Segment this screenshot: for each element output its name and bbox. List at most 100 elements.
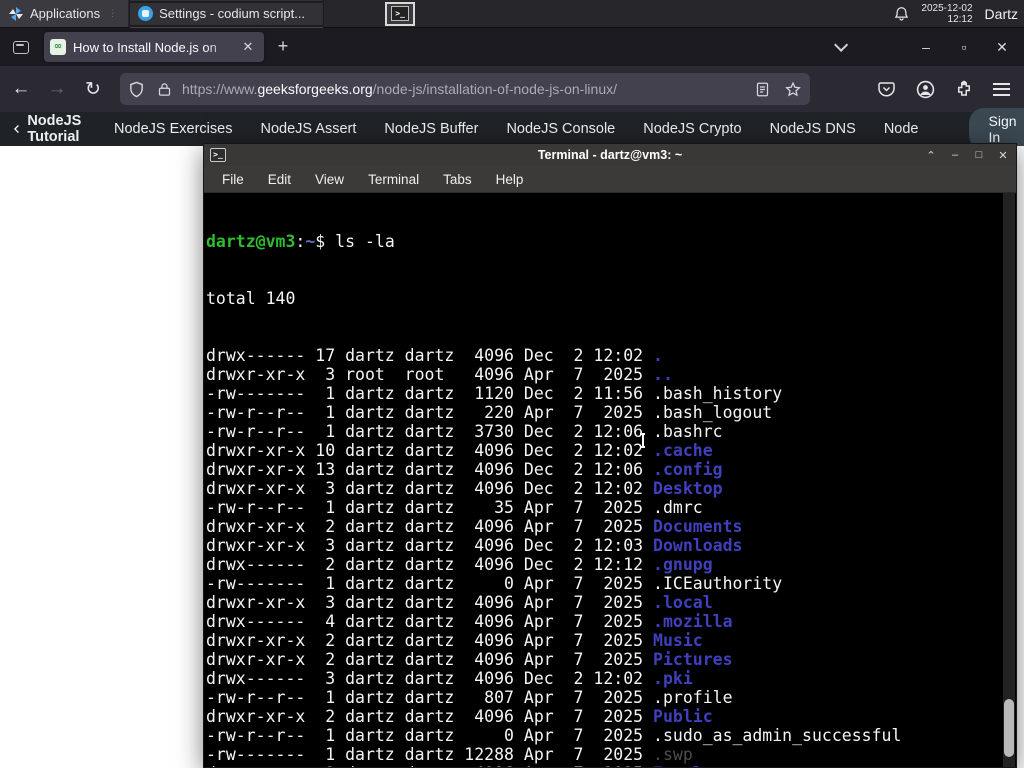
url-bar[interactable]: https://www.geeksforgeeks.org/node-js/in… — [120, 73, 810, 105]
file-name: Public — [653, 707, 713, 726]
file-name: Templates — [653, 764, 742, 767]
nav-back-label: NodeJS Tutorial — [27, 113, 82, 145]
terminal-total-line: total 140 — [206, 289, 296, 308]
codium-icon — [138, 6, 154, 21]
back-button[interactable]: ← — [6, 74, 36, 104]
tray-terminal-icon[interactable]: >_ — [385, 1, 416, 26]
new-tab-button[interactable]: + — [270, 34, 296, 60]
file-name: Downloads — [653, 536, 743, 555]
tabbar-right-controls: – ▫ ✕ — [834, 37, 1024, 56]
terminal-output-line: drwxr-xr-x 2 dartz dartz 4096 Apr 7 2025… — [206, 707, 713, 726]
terminal-output-line: drwx------ 3 dartz dartz 4096 Dec 2 12:0… — [206, 669, 693, 688]
file-name: .mozilla — [653, 612, 733, 631]
tab-close-button[interactable]: ✕ — [238, 37, 258, 57]
terminal-output-line: drwx------ 17 dartz dartz 4096 Dec 2 12:… — [206, 346, 663, 365]
nav-link-nodejs-crypto[interactable]: NodeJS Crypto — [643, 121, 741, 137]
terminal-output-line: drwxr-xr-x 10 dartz dartz 4096 Dec 2 12:… — [206, 441, 713, 460]
file-name: .sudo_as_admin_successful — [653, 726, 902, 745]
terminal-titlebar[interactable]: >_ Terminal - dartz@vm3: ~ ⌃ – □ ✕ — [204, 144, 1016, 166]
terminal-body[interactable]: dartz@vm3:~$ ls -la total 140 drwx------… — [204, 193, 1016, 767]
terminal-menu-help[interactable]: Help — [486, 169, 534, 190]
terminal-menu-tabs[interactable]: Tabs — [433, 169, 482, 190]
terminal-window-icon: >_ — [210, 148, 226, 162]
nav-link-nodejs-assert[interactable]: NodeJS Assert — [260, 121, 356, 137]
forward-button[interactable]: → — [42, 74, 72, 104]
clock-time: 12:12 — [947, 13, 973, 25]
firefox-toolbar: ← → ↻ https://www.geeksforgeeks.org/node… — [0, 66, 1024, 112]
bookmark-star-icon[interactable] — [784, 81, 802, 98]
file-name: .profile — [653, 688, 733, 707]
terminal-menu-view[interactable]: View — [305, 169, 354, 190]
window-close-button[interactable]: ✕ — [992, 39, 1012, 56]
nav-link-nodejs-console[interactable]: NodeJS Console — [506, 121, 615, 137]
file-name: Pictures — [653, 650, 733, 669]
terminal-minimize-button[interactable]: – — [948, 149, 962, 162]
prompt-command: $ ls -la — [315, 232, 395, 251]
terminal-output-line: -rw-r--r-- 1 dartz dartz 807 Apr 7 2025 … — [206, 688, 733, 707]
url-text: https://www.geeksforgeeks.org/node-js/in… — [182, 81, 747, 97]
file-name: .swp — [653, 745, 693, 764]
file-name: .local — [653, 593, 713, 612]
panel-clock[interactable]: 2025-12-02 12:12 — [921, 3, 972, 25]
terminal-rollup-button[interactable]: ⌃ — [924, 149, 938, 162]
terminal-listing: drwx------ 17 dartz dartz 4096 Dec 2 12:… — [206, 346, 1016, 767]
list-all-tabs-icon[interactable] — [834, 37, 849, 52]
terminal-window-controls: ⌃ – □ ✕ — [924, 149, 1010, 162]
prompt-path: ~ — [305, 232, 316, 251]
nav-link-node[interactable]: Node — [884, 121, 919, 137]
terminal-scrollbar-thumb[interactable] — [1004, 699, 1014, 757]
terminal-output-line: -rw------- 1 dartz dartz 1120 Dec 2 11:5… — [206, 384, 783, 403]
panel-tray: 2025-12-02 12:12 Dartz — [894, 3, 1024, 25]
window-maximize-button[interactable]: ▫ — [954, 39, 974, 55]
file-name: .config — [653, 460, 723, 479]
nav-link-nodejs-dns[interactable]: NodeJS DNS — [770, 121, 856, 137]
file-name: .dmrc — [653, 498, 703, 517]
prompt-user-host: dartz@vm3 — [206, 232, 296, 251]
terminal-prompt-line: dartz@vm3:~$ ls -la — [206, 232, 1016, 251]
nav-link-nodejs-buffer[interactable]: NodeJS Buffer — [384, 121, 478, 137]
notification-bell-icon[interactable] — [894, 6, 909, 22]
terminal-menu-edit[interactable]: Edit — [258, 169, 301, 190]
firefox-view-button[interactable] — [8, 34, 34, 60]
browser-tab[interactable]: ∞ How to Install Node.js on ✕ — [44, 32, 264, 62]
applications-menu-button[interactable]: Applications ⋮ — [0, 0, 129, 27]
window-button-label: Settings - codium script... — [159, 6, 306, 21]
terminal-output-line: drwxr-xr-x 3 dartz dartz 4096 Dec 2 12:0… — [206, 536, 743, 555]
terminal-menu-file[interactable]: File — [212, 169, 254, 190]
toolbar-right-icons — [877, 80, 1024, 99]
terminal-window: >_ Terminal - dartz@vm3: ~ ⌃ – □ ✕ File E… — [203, 143, 1017, 768]
reader-mode-icon[interactable] — [755, 81, 770, 98]
panel-username[interactable]: Dartz — [985, 6, 1018, 22]
terminal-close-button[interactable]: ✕ — [996, 149, 1010, 162]
file-name: .. — [653, 365, 673, 384]
file-name: . — [653, 346, 663, 365]
tracking-shield-icon[interactable] — [128, 81, 145, 98]
file-name: Music — [653, 631, 703, 650]
pocket-icon[interactable] — [877, 80, 896, 98]
tab-title: How to Install Node.js on — [73, 39, 217, 55]
url-domain: geeksforgeeks.org — [257, 81, 373, 97]
panel-handle: ⋮ — [108, 8, 119, 18]
nav-back-group[interactable]: NodeJS Tutorial — [14, 113, 86, 145]
terminal-scrollbar-track[interactable] — [1003, 193, 1015, 767]
window-button-codium[interactable]: Settings - codium script... — [129, 1, 325, 26]
window-minimize-button[interactable]: – — [916, 39, 936, 55]
app-menu-icon[interactable] — [993, 82, 1010, 96]
file-name: Documents — [653, 517, 743, 536]
nav-links: NodeJS Exercises NodeJS Assert NodeJS Buff… — [86, 121, 919, 137]
terminal-menu-terminal[interactable]: Terminal — [358, 169, 429, 190]
nav-link-nodejs-exercises[interactable]: NodeJS Exercises — [114, 121, 232, 137]
terminal-maximize-button[interactable]: □ — [972, 149, 986, 162]
terminal-output-line: drwx------ 4 dartz dartz 4096 Apr 7 2025… — [206, 612, 733, 631]
terminal-output-line: drwxr-xr-x 2 dartz dartz 4096 Apr 7 2025… — [206, 631, 703, 650]
terminal-output: dartz@vm3:~$ ls -la total 140 drwx------… — [204, 193, 1016, 767]
chevron-left-icon — [14, 124, 19, 134]
extensions-puzzle-icon[interactable] — [955, 80, 973, 98]
lock-icon[interactable] — [157, 81, 172, 98]
reload-button[interactable]: ↻ — [78, 74, 108, 104]
terminal-output-line: drwxr-xr-x 3 dartz dartz 4096 Apr 7 2025… — [206, 593, 713, 612]
terminal-output-line: -rw-r--r-- 1 dartz dartz 35 Apr 7 2025 .… — [206, 498, 703, 517]
url-prefix: https://www. — [182, 81, 258, 97]
account-icon[interactable] — [916, 80, 935, 99]
firefox-view-icon — [13, 40, 29, 54]
